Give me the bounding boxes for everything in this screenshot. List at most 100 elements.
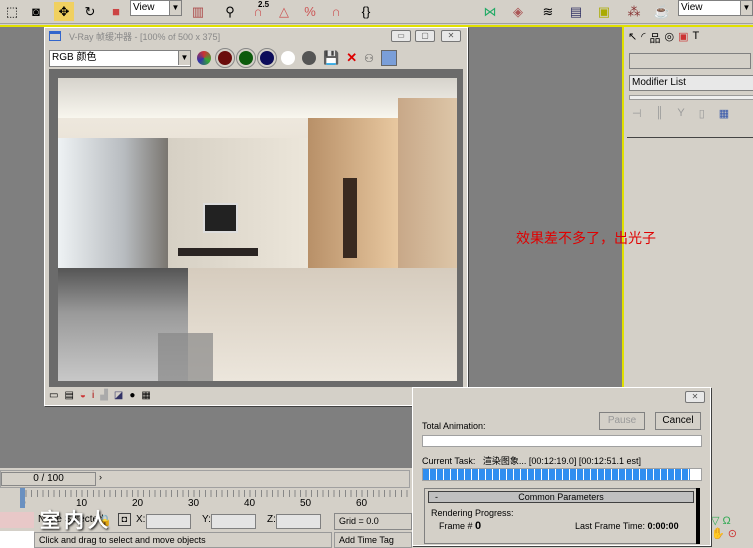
annotation-text: 效果差不多了，出光子: [516, 230, 656, 246]
reference-coord-dropdown[interactable]: View ▼: [130, 0, 182, 16]
chevron-down-icon: ▼: [740, 1, 752, 15]
select-region-icon[interactable]: ⬚: [2, 2, 22, 21]
utilities-tab-icon[interactable]: T: [693, 30, 700, 46]
time-slider-thumb[interactable]: 0 / 100: [1, 472, 96, 486]
z-field[interactable]: [276, 514, 321, 529]
x-field[interactable]: [146, 514, 191, 529]
track-mouse-icon[interactable]: [380, 50, 397, 66]
display-tab-icon[interactable]: ▣: [678, 30, 688, 46]
scrollbar[interactable]: [696, 488, 700, 544]
rotate-icon[interactable]: ↻: [80, 2, 100, 21]
histogram-icon[interactable]: ▟: [100, 390, 108, 401]
remove-modifier-icon[interactable]: ▯: [699, 107, 705, 120]
select-by-name-icon[interactable]: ◙: [26, 2, 46, 21]
angle-snap-icon[interactable]: △: [274, 2, 294, 21]
maximize-button[interactable]: ▢: [415, 30, 435, 42]
hierarchy-tab-icon[interactable]: 品: [649, 30, 660, 46]
field-of-view-icon[interactable]: ▽: [711, 515, 719, 527]
frame-label: Frame #: [439, 521, 473, 531]
rollout-header[interactable]: - Common Parameters: [428, 491, 694, 503]
alpha-channel-icon[interactable]: [281, 51, 295, 65]
watermark-logo: 室内人: [40, 510, 112, 532]
move-icon[interactable]: ✥: [54, 2, 74, 21]
make-unique-icon[interactable]: Y: [677, 107, 684, 120]
rendered-image: [58, 78, 457, 381]
chevron-down-icon: ▼: [178, 51, 190, 65]
maxscript-listener[interactable]: [0, 512, 34, 528]
last-frame-label: Last Frame Time:: [575, 521, 646, 531]
configure-sets-icon[interactable]: ▦: [719, 107, 729, 120]
clear-icon[interactable]: ✕: [346, 50, 357, 66]
title-bar: V-Ray 帧缓冲器 - [100% of 500 x 375] ▭ ▢ ✕: [45, 28, 467, 44]
modifier-list-dropdown[interactable]: Modifier List: [629, 75, 753, 91]
absolute-mode-icon[interactable]: ◘: [118, 513, 131, 526]
mosaic: [158, 333, 213, 381]
curve-icon[interactable]: ◪: [114, 390, 123, 401]
arc-rotate-icon[interactable]: ⊙: [728, 528, 737, 540]
channel-dropdown[interactable]: RGB 颜色 ▼: [49, 50, 191, 67]
maxscript-output[interactable]: [0, 531, 34, 548]
create-tab-icon[interactable]: ↖: [628, 30, 637, 46]
red-channel-icon[interactable]: [215, 48, 235, 68]
align-icon[interactable]: ◈: [508, 2, 528, 21]
pause-button[interactable]: Pause: [599, 412, 645, 430]
pan-icon[interactable]: ✋: [711, 528, 725, 540]
add-time-tag-button[interactable]: Add Time Tag: [334, 532, 412, 548]
render-view-dropdown[interactable]: View ▼: [678, 0, 753, 16]
duplicate-to-mtl-icon[interactable]: ⚇: [364, 52, 374, 65]
schematic-view-icon[interactable]: ▣: [594, 2, 614, 21]
levels-icon[interactable]: ●: [129, 390, 135, 401]
info-icon[interactable]: i: [92, 390, 94, 401]
green-channel-icon[interactable]: [236, 48, 256, 68]
dialog-close-button[interactable]: ✕: [685, 391, 705, 403]
rollout-toggle: -: [435, 492, 438, 502]
show-corrections-icon[interactable]: ▭: [49, 390, 58, 401]
tick-label: 60: [356, 498, 368, 509]
modify-tab-icon[interactable]: ◜: [641, 30, 645, 46]
mirror-icon[interactable]: ⋈: [480, 2, 500, 21]
next-frame-icon[interactable]: ›: [99, 472, 102, 482]
rendering-progress-label: Rendering Progress:: [431, 508, 514, 518]
cancel-button[interactable]: Cancel: [655, 412, 701, 430]
modifier-stack[interactable]: [629, 95, 753, 100]
spinner-snap-icon[interactable]: ∩: [326, 2, 346, 21]
frame-counter: 0 / 100: [33, 473, 64, 484]
pixel-info-icon[interactable]: ▤: [64, 390, 73, 401]
pin-stack-icon[interactable]: ⊣: [632, 107, 642, 120]
blue-channel-icon[interactable]: [257, 48, 277, 68]
render-canvas[interactable]: [49, 69, 463, 387]
y-field[interactable]: [211, 514, 256, 529]
orbit-icon[interactable]: Ω: [723, 515, 731, 527]
minimize-button[interactable]: ▭: [391, 30, 411, 42]
snap-icon[interactable]: ∩ 2.5: [248, 0, 269, 21]
common-parameters-rollout: - Common Parameters Rendering Progress: F…: [424, 488, 698, 544]
layer-manager-icon[interactable]: ≋: [538, 2, 558, 21]
save-icon[interactable]: 💾: [323, 50, 339, 66]
show-end-result-icon[interactable]: ║: [656, 107, 664, 120]
pivot-icon[interactable]: ▥: [188, 2, 208, 21]
scale-icon[interactable]: ■: [106, 2, 126, 21]
lut-icon[interactable]: ▦: [141, 390, 150, 401]
chevron-down-icon: ▼: [169, 1, 181, 15]
render-scene-icon[interactable]: ☕: [652, 2, 672, 21]
percent-snap-icon[interactable]: %: [300, 2, 320, 21]
manipulate-icon[interactable]: ⚲: [220, 2, 240, 21]
render-history-icon[interactable]: ◒: [80, 390, 86, 401]
frame-value: 0: [475, 520, 482, 532]
curve-editor-icon[interactable]: ▤: [566, 2, 586, 21]
material-editor-icon[interactable]: ⁂: [624, 2, 644, 21]
current-task-value: 渲染图象... [00:12:19.0] [00:12:51.1 est]: [482, 456, 641, 466]
tick-label: 40: [244, 498, 256, 509]
object-name-field[interactable]: [629, 53, 751, 69]
tick-label: 30: [188, 498, 200, 509]
main-toolbar: ⬚ ◙ ✥ ↻ ■ View ▼ ▥ ⚲ ∩ 2.5 △ % ∩ {} ⋈ ◈ ≋ …: [0, 0, 753, 24]
motion-tab-icon[interactable]: ◎: [664, 30, 674, 46]
named-selection-icon[interactable]: {}: [356, 2, 376, 21]
close-button[interactable]: ✕: [441, 30, 461, 42]
time-slider[interactable]: 0 / 100 ›: [0, 470, 410, 488]
current-task-label: Current Task:: [422, 456, 476, 466]
vray-frame-buffer-window: V-Ray 帧缓冲器 - [100% of 500 x 375] ▭ ▢ ✕ R…: [44, 27, 468, 406]
mono-channel-icon[interactable]: [302, 51, 316, 65]
current-frame-marker[interactable]: [20, 488, 25, 508]
rgb-channel-icon[interactable]: [197, 51, 211, 65]
